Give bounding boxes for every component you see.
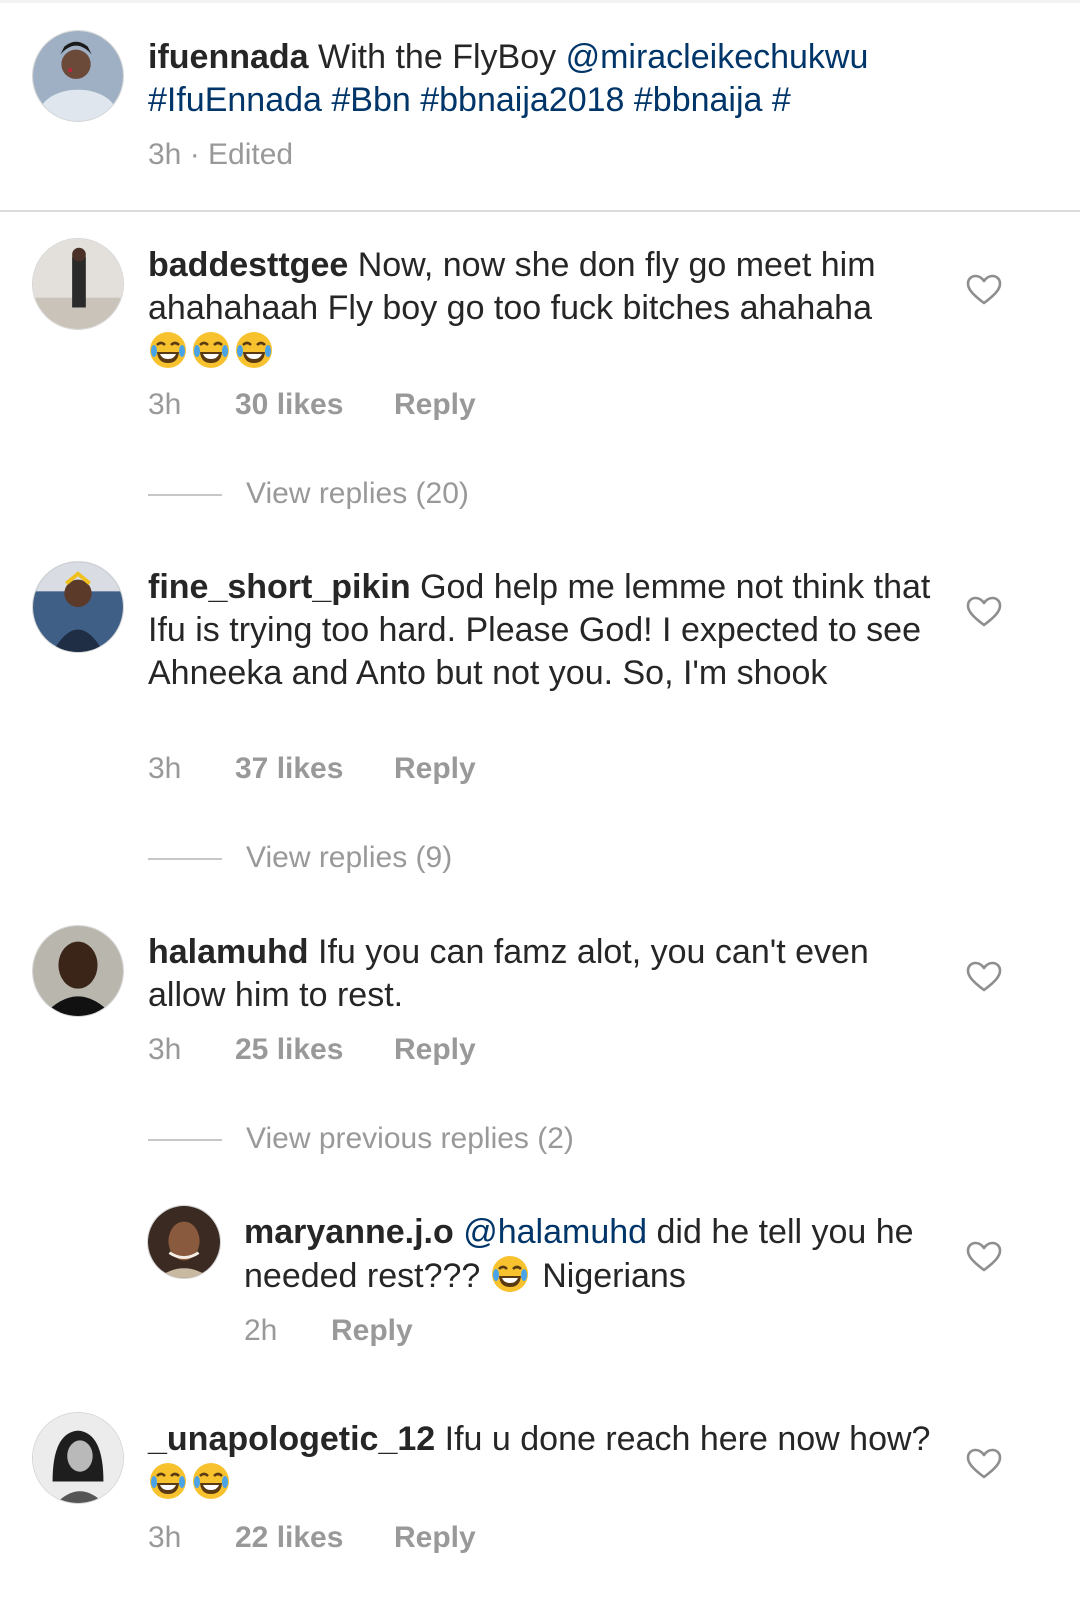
comment-username[interactable]: baddesttgee — [148, 246, 348, 284]
comment-meta: 3h 25 likes Reply — [148, 1032, 748, 1068]
caption-username[interactable]: ifuennada — [148, 38, 309, 76]
comment-text: halamuhd Ifu you can famz alot, you can'… — [148, 931, 948, 1017]
reply-text: maryanne.j.o @halamuhd did he tell you h… — [244, 1211, 944, 1298]
comment-time: 3h — [148, 1521, 182, 1554]
comment-text: _unapologetic_12 Ifu u done reach here n… — [148, 1418, 948, 1505]
likes-count[interactable]: 22 likes — [235, 1520, 343, 1556]
caption-text: ifuennada With the FlyBoy @miracleikechu… — [148, 36, 948, 122]
heart-icon[interactable] — [966, 596, 1002, 628]
comment-text: fine_short_pikin God help me lemme not t… — [148, 566, 948, 695]
comment-username[interactable]: fine_short_pikin — [148, 568, 411, 606]
caption-divider — [0, 210, 1080, 212]
caption-meta: 3h · Edited — [148, 137, 548, 173]
reply-button[interactable]: Reply — [394, 751, 476, 787]
likes-count[interactable]: 30 likes — [235, 387, 343, 423]
view-replies-rule — [148, 858, 222, 860]
heart-icon[interactable] — [966, 1241, 1002, 1273]
comment-text: baddesttgee Now, now she don fly go meet… — [148, 244, 948, 374]
reply-button[interactable]: Reply — [394, 387, 476, 423]
reply-username[interactable]: maryanne.j.o — [244, 1213, 454, 1251]
tears-of-joy-emoji-icon — [234, 330, 274, 370]
comment-meta: 3h 22 likes Reply — [148, 1520, 748, 1556]
tears-of-joy-emoji-icon — [490, 1254, 530, 1294]
reply-body-end: Nigerians — [542, 1257, 686, 1295]
avatar[interactable] — [32, 1412, 124, 1504]
reply-button[interactable]: Reply — [394, 1032, 476, 1068]
comment-time: 3h — [148, 388, 182, 421]
caption-mention[interactable]: @miracleikechukwu — [566, 38, 869, 76]
caption-time: 3h · Edited — [148, 138, 294, 171]
view-replies-button[interactable]: View replies (9) — [148, 840, 648, 876]
comment-body: Ifu u done reach here now how? — [444, 1420, 931, 1458]
comment-time: 3h — [148, 1033, 182, 1066]
avatar[interactable] — [147, 1205, 221, 1279]
view-replies-label: View replies (20) — [246, 477, 469, 510]
avatar[interactable] — [32, 561, 124, 653]
heart-icon[interactable] — [966, 1448, 1002, 1480]
comment-time: 3h — [148, 752, 182, 785]
view-replies-button[interactable]: View replies (20) — [148, 476, 648, 512]
tears-of-joy-emoji-icon — [148, 330, 188, 370]
top-edge — [0, 0, 1080, 3]
comment-meta: 3h 37 likes Reply — [148, 751, 748, 787]
view-replies-rule — [148, 494, 222, 496]
comment-username[interactable]: halamuhd — [148, 933, 309, 971]
avatar[interactable] — [32, 238, 124, 330]
tears-of-joy-emoji-icon — [191, 330, 231, 370]
view-replies-label: View previous replies (2) — [246, 1122, 574, 1155]
comment-username[interactable]: _unapologetic_12 — [148, 1420, 435, 1458]
caption-body: With the FlyBoy — [318, 38, 557, 76]
reply-time: 2h — [244, 1314, 278, 1347]
likes-count[interactable]: 37 likes — [235, 751, 343, 787]
avatar[interactable] — [32, 925, 124, 1017]
reply-meta: 2h Reply — [244, 1313, 744, 1349]
comment-meta: 3h 30 likes Reply — [148, 387, 748, 423]
tears-of-joy-emoji-icon — [148, 1461, 188, 1501]
heart-icon[interactable] — [966, 274, 1002, 306]
view-replies-rule — [148, 1139, 222, 1141]
reply-button[interactable]: Reply — [394, 1520, 476, 1556]
heart-icon[interactable] — [966, 961, 1002, 993]
caption-hashtags[interactable]: #IfuEnnada #Bbn #bbnaija2018 #bbnaija # — [148, 81, 791, 119]
view-previous-replies-button[interactable]: View previous replies (2) — [148, 1121, 748, 1157]
reply-mention[interactable]: @halamuhd — [463, 1213, 647, 1251]
reply-button[interactable]: Reply — [331, 1313, 413, 1349]
likes-count[interactable]: 25 likes — [235, 1032, 343, 1068]
view-replies-label: View replies (9) — [246, 841, 453, 874]
tears-of-joy-emoji-icon — [191, 1461, 231, 1501]
avatar[interactable] — [32, 30, 124, 122]
